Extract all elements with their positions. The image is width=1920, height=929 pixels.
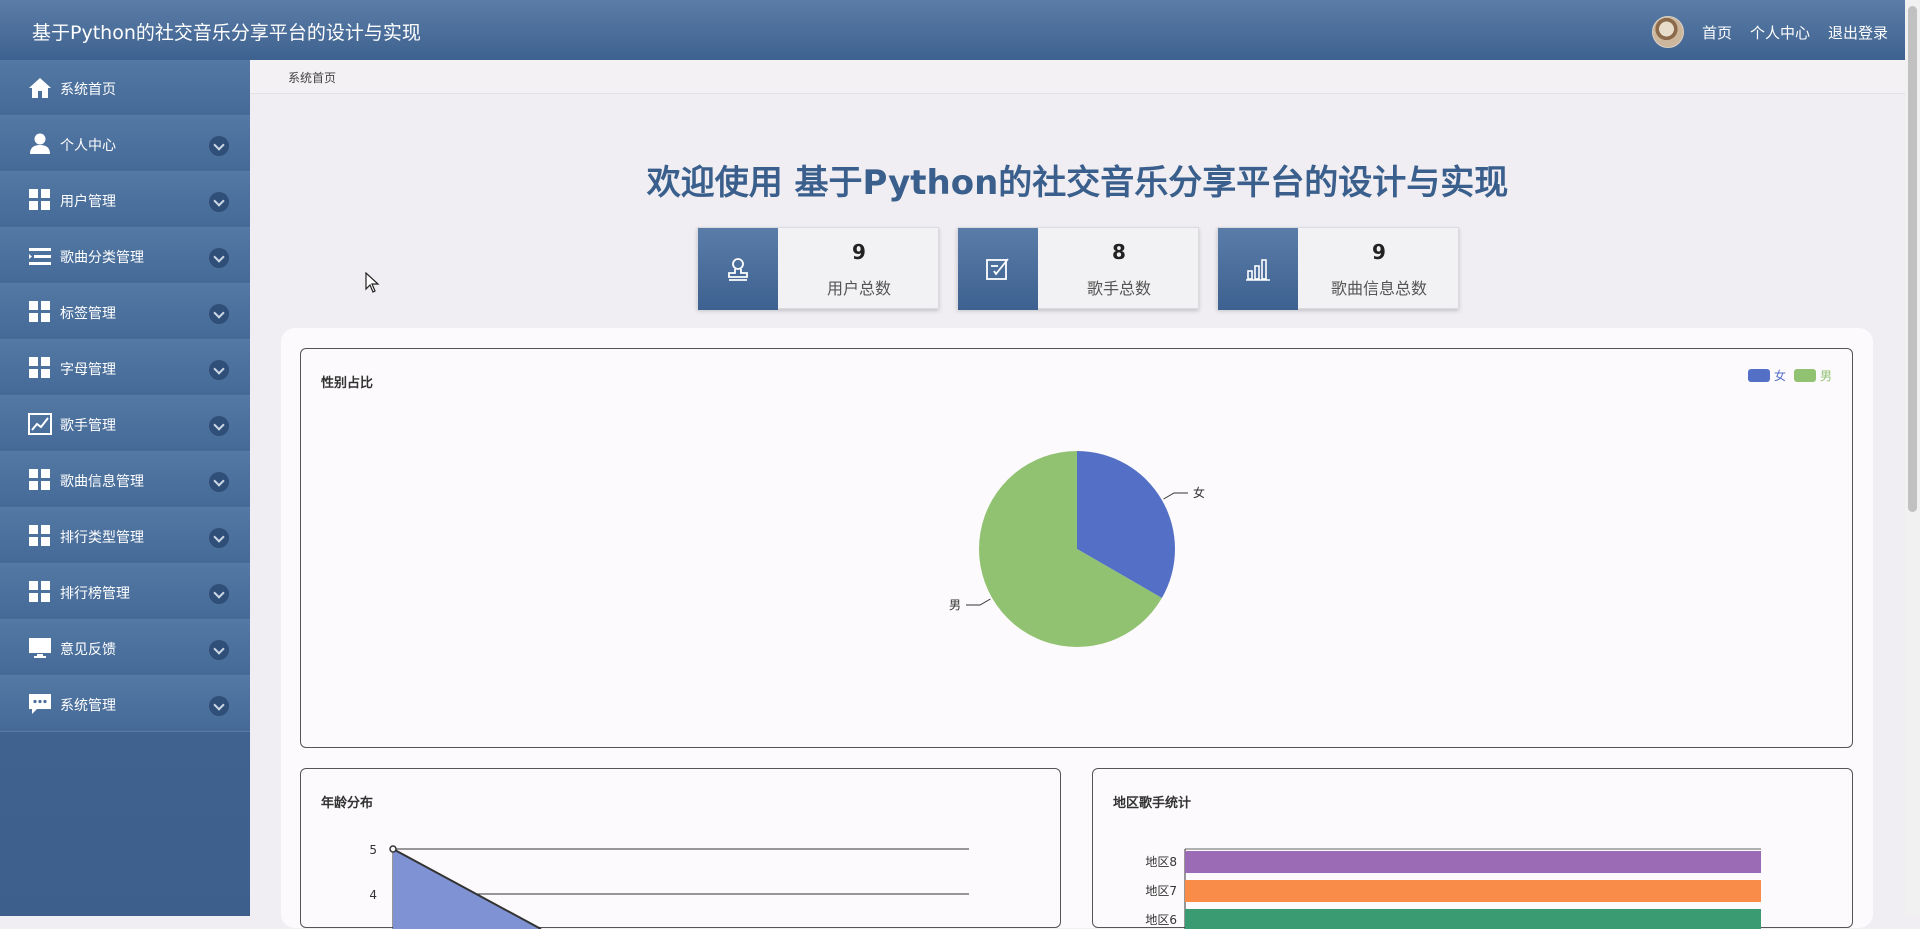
sidebar-item-home[interactable]: 系统首页: [0, 60, 250, 116]
sidebar-item-system[interactable]: 系统管理: [0, 676, 250, 732]
sidebar-item-letters[interactable]: 字母管理: [0, 340, 250, 396]
y-tick-label: 地区8: [1145, 855, 1177, 869]
chevron-down-icon[interactable]: [209, 360, 229, 380]
sidebar-item-label: 字母管理: [60, 362, 116, 378]
bar-region6[interactable]: [1185, 909, 1761, 929]
age-chart-card: 年龄分布 5 4: [300, 768, 1061, 929]
pie-label: 男: [949, 598, 961, 612]
chevron-down-icon[interactable]: [209, 584, 229, 604]
grid-icon: [28, 357, 52, 379]
sidebar-item-label: 排行类型管理: [60, 530, 144, 546]
bar-region8[interactable]: [1185, 851, 1761, 873]
sidebar-item-tags[interactable]: 标签管理: [0, 284, 250, 340]
sidebar-item-rank-types[interactable]: 排行类型管理: [0, 508, 250, 564]
stat-value: 8: [1112, 240, 1126, 264]
avatar[interactable]: [1651, 16, 1684, 48]
grid-icon: [28, 525, 52, 547]
stamp-icon: [698, 228, 778, 310]
sidebar-item-label: 意见反馈: [60, 642, 116, 658]
breadcrumb-bar: 系统首页: [250, 60, 1905, 94]
scrollbar-thumb[interactable]: [1908, 6, 1917, 512]
bar-chart-icon: [1218, 228, 1298, 310]
home-link[interactable]: 首页: [1702, 22, 1732, 43]
chevron-down-icon[interactable]: [209, 192, 229, 212]
pie-label: 女: [1193, 485, 1205, 500]
chevron-down-icon[interactable]: [209, 640, 229, 660]
age-area-chart: 5 4: [369, 843, 969, 929]
edit-icon: [958, 228, 1038, 310]
region-chart-card: 地区歌手统计 地区8 地区7 地区6: [1092, 768, 1853, 929]
chevron-down-icon[interactable]: [209, 696, 229, 716]
pie-label-line: [1163, 492, 1188, 500]
data-point[interactable]: [389, 845, 397, 853]
mouse-cursor-icon: [365, 272, 380, 293]
page-title: 欢迎使用 基于Python的社交音乐分享平台的设计与实现: [646, 163, 1509, 203]
grid-icon: [28, 189, 52, 211]
stat-label: 歌曲信息总数: [1330, 279, 1427, 298]
y-tick-label: 地区7: [1145, 884, 1177, 898]
sidebar-item-label: 歌曲分类管理: [60, 250, 144, 266]
region-bar-chart: 地区8 地区7 地区6: [1145, 848, 1761, 929]
grid-icon: [28, 581, 52, 603]
sidebar-item-label: 用户管理: [60, 194, 116, 210]
stat-label: 用户总数: [826, 279, 891, 298]
sidebar-item-rankings[interactable]: 排行榜管理: [0, 564, 250, 620]
sidebar-item-profile[interactable]: 个人中心: [0, 116, 250, 172]
y-tick-label: 5: [369, 843, 377, 857]
sidebar-item-label: 系统管理: [60, 698, 116, 714]
list-icon: [28, 245, 52, 267]
app-title: 基于Python的社交音乐分享平台的设计与实现: [32, 22, 421, 44]
stat-card-users: 9 用户总数: [697, 227, 939, 310]
sidebar-item-label: 标签管理: [60, 306, 116, 322]
y-tick-label: 地区6: [1145, 913, 1177, 927]
chevron-down-icon[interactable]: [209, 248, 229, 268]
bar-region7[interactable]: [1185, 880, 1761, 902]
sidebar-item-label: 歌曲信息管理: [60, 474, 144, 490]
sidebar-item-feedback[interactable]: 意见反馈: [0, 620, 250, 676]
sidebar-item-songs[interactable]: 歌曲信息管理: [0, 452, 250, 508]
chevron-down-icon[interactable]: [209, 416, 229, 436]
sidebar-item-label: 系统首页: [60, 82, 116, 98]
sidebar-item-singers[interactable]: 歌手管理: [0, 396, 250, 452]
logout-link[interactable]: 退出登录: [1828, 22, 1888, 43]
person-icon: [28, 133, 52, 155]
chevron-down-icon[interactable]: [209, 528, 229, 548]
sidebar-item-label: 排行榜管理: [60, 586, 130, 602]
trend-chart-icon: [28, 413, 52, 435]
sidebar-item-label: 个人中心: [60, 138, 116, 154]
pie-label-line: [966, 598, 991, 606]
sidebar: 系统首页 个人中心 用户管理 歌曲分类管理 标签管理 字母管理 歌手管理 歌曲信…: [0, 60, 250, 916]
profile-link[interactable]: 个人中心: [1750, 22, 1810, 43]
stat-label: 歌手总数: [1086, 279, 1151, 298]
sidebar-item-label: 歌手管理: [60, 418, 116, 434]
stat-value: 9: [852, 240, 866, 264]
breadcrumb[interactable]: 系统首页: [288, 69, 336, 86]
y-tick-label: 4: [369, 888, 377, 902]
pie-chart: 女男: [949, 451, 1205, 647]
chevron-down-icon[interactable]: [209, 472, 229, 492]
chat-icon: [28, 693, 52, 715]
grid-icon: [28, 301, 52, 323]
top-nav: 首页 个人中心 退出登录: [1651, 16, 1888, 48]
stat-card-singers: 8 歌手总数: [957, 227, 1199, 310]
page-scrollbar[interactable]: [1905, 0, 1920, 916]
sidebar-item-song-category[interactable]: 歌曲分类管理: [0, 228, 250, 284]
monitor-icon: [28, 637, 52, 659]
stat-value: 9: [1372, 240, 1386, 264]
home-icon: [28, 77, 52, 99]
sidebar-item-users[interactable]: 用户管理: [0, 172, 250, 228]
grid-icon: [28, 469, 52, 491]
gender-chart-card: 性别占比 女 男 女男: [300, 348, 1853, 748]
chevron-down-icon[interactable]: [209, 136, 229, 156]
stat-card-songs: 9 歌曲信息总数: [1217, 227, 1459, 310]
top-bar: 基于Python的社交音乐分享平台的设计与实现 首页 个人中心 退出登录: [0, 0, 1920, 60]
chevron-down-icon[interactable]: [209, 304, 229, 324]
